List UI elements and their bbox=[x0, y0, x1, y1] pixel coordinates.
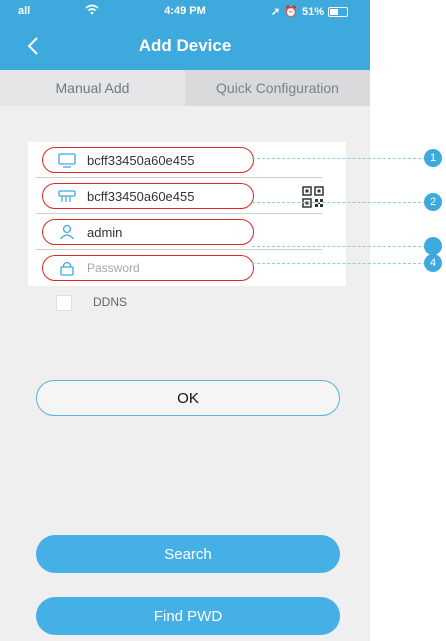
lock-icon bbox=[57, 260, 77, 276]
page-title: Add Device bbox=[138, 36, 232, 55]
ok-button[interactable]: OK bbox=[36, 380, 340, 416]
status-bar: all 4:49 PM ➚ ⏰ 51% bbox=[0, 0, 370, 22]
search-button[interactable]: Search bbox=[36, 535, 340, 573]
ddns-checkbox[interactable] bbox=[56, 295, 72, 311]
monitor-icon bbox=[57, 152, 77, 168]
serial-field[interactable]: bcff33450a60e455 bbox=[42, 183, 254, 209]
password-field[interactable]: Password bbox=[42, 255, 254, 281]
status-right: ➚ ⏰ 51% bbox=[271, 5, 348, 18]
alarm-icon: ⏰ bbox=[284, 6, 298, 18]
callout-line-4 bbox=[252, 263, 426, 264]
callout-line-2 bbox=[252, 202, 426, 203]
user-icon bbox=[57, 224, 77, 240]
ddns-label: DDNS bbox=[93, 295, 128, 309]
password-row: Password bbox=[36, 252, 322, 284]
device-id-value: bcff33450a60e455 bbox=[87, 152, 195, 168]
nav-bar: Add Device bbox=[0, 22, 370, 70]
find-pwd-button[interactable]: Find PWD bbox=[36, 597, 340, 635]
location-icon: ➚ bbox=[271, 6, 281, 18]
qr-code-icon[interactable] bbox=[302, 186, 324, 208]
battery-icon bbox=[328, 6, 348, 17]
callout-marker-1: 1 bbox=[424, 149, 442, 167]
callout-line-3 bbox=[252, 246, 426, 247]
camera-icon bbox=[57, 188, 77, 204]
tab-manual-add[interactable]: Manual Add bbox=[0, 70, 185, 106]
device-id-row: bcff33450a60e455 bbox=[36, 144, 322, 178]
callout-marker-4: 4 bbox=[424, 254, 442, 272]
device-id-field[interactable]: bcff33450a60e455 bbox=[42, 147, 254, 173]
serial-value: bcff33450a60e455 bbox=[87, 188, 195, 204]
tab-quick-configuration[interactable]: Quick Configuration bbox=[185, 70, 370, 106]
tab-bar: Manual Add Quick Configuration bbox=[0, 70, 370, 106]
phone-screen: all 4:49 PM ➚ ⏰ 51% Add Device Manual Ad… bbox=[0, 0, 370, 641]
serial-row: bcff33450a60e455 bbox=[36, 180, 324, 214]
callout-marker-2: 2 bbox=[424, 193, 442, 211]
username-value: admin bbox=[87, 224, 123, 240]
username-row: admin bbox=[36, 216, 322, 250]
callout-marker-3 bbox=[424, 237, 442, 255]
battery-text: 51% bbox=[301, 5, 324, 18]
username-field[interactable]: admin bbox=[42, 219, 254, 245]
callout-line-1 bbox=[252, 158, 426, 159]
device-form-card: bcff33450a60e455 bcff33450a60e455 admin bbox=[28, 142, 346, 286]
password-placeholder: Password bbox=[87, 261, 140, 275]
